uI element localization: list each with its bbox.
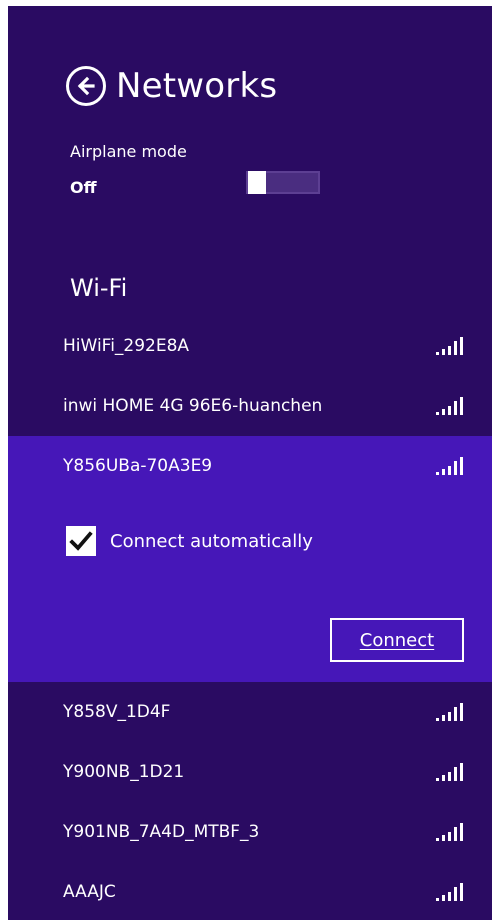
network-name: AAAJC — [63, 882, 116, 902]
network-name: inwi HOME 4G 96E6-huanchen — [63, 396, 323, 416]
back-arrow-icon — [77, 76, 95, 96]
selected-network-item[interactable]: Y856UBa-70A3E9 — [8, 436, 492, 496]
wifi-signal-icon — [436, 337, 463, 355]
network-item[interactable]: Y901NB_7A4D_MTBF_3 — [8, 802, 492, 862]
airplane-mode-label: Airplane mode — [70, 142, 187, 161]
wifi-heading: Wi-Fi — [70, 274, 128, 302]
flyout-header: Networks — [66, 66, 277, 106]
back-button[interactable] — [66, 66, 106, 106]
wifi-signal-icon — [436, 397, 463, 415]
network-item[interactable]: AAAJC — [8, 862, 492, 920]
connect-automatically-checkbox[interactable] — [66, 526, 96, 556]
networks-screen: Networks Airplane mode Off Wi-Fi HiWiFi_… — [0, 0, 492, 920]
network-name: Y858V_1D4F — [63, 702, 171, 722]
toggle-knob — [248, 171, 266, 194]
connect-button[interactable]: Connect — [330, 618, 464, 662]
wifi-signal-icon — [436, 763, 463, 781]
network-name: HiWiFi_292E8A — [63, 336, 190, 356]
page-title: Networks — [116, 66, 278, 106]
network-item[interactable]: HiWiFi_292E8A — [8, 316, 492, 376]
network-item[interactable]: inwi HOME 4G 96E6-huanchen — [8, 376, 492, 436]
network-name: Y856UBa-70A3E9 — [63, 456, 213, 476]
wifi-signal-icon — [436, 883, 463, 901]
network-item[interactable]: Y858V_1D4F — [8, 682, 492, 742]
network-item[interactable]: Y900NB_1D21 — [8, 742, 492, 802]
selected-network-panel: Y856UBa-70A3E9 Connect automatically Con… — [8, 436, 492, 682]
wifi-signal-icon — [436, 457, 463, 475]
airplane-mode-toggle[interactable] — [246, 171, 320, 194]
wifi-signal-icon — [436, 703, 463, 721]
wifi-signal-icon — [436, 823, 463, 841]
networks-flyout-panel: Networks Airplane mode Off Wi-Fi HiWiFi_… — [8, 6, 492, 920]
network-name: Y900NB_1D21 — [63, 762, 185, 782]
airplane-mode-state: Off — [70, 178, 97, 197]
connect-automatically-label: Connect automatically — [110, 530, 313, 552]
network-name: Y901NB_7A4D_MTBF_3 — [63, 822, 260, 842]
connect-automatically-row[interactable]: Connect automatically — [66, 526, 313, 556]
checkmark-icon — [69, 531, 93, 551]
